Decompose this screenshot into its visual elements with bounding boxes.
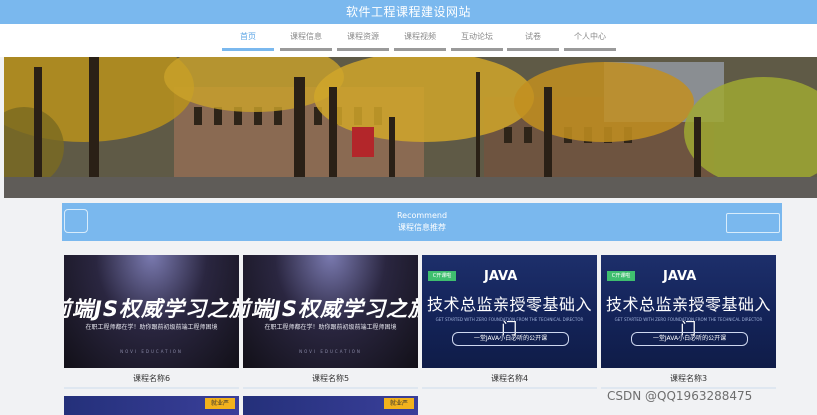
divider	[243, 387, 418, 389]
nav-course-info[interactable]: 课程信息	[280, 30, 332, 51]
thumbnail-pill: 一堂JAVA小白必听的公开课	[452, 332, 569, 346]
thumbnail-subline: GET STARTED WITH ZERO FOUNDATION FROM TH…	[614, 317, 763, 322]
thumbnail-headline: 前端JS权威学习之旅	[243, 297, 418, 321]
nav-exams[interactable]: 试卷	[507, 30, 559, 51]
thumbnail-tag: C开课啦	[607, 271, 635, 281]
course-name[interactable]: 课程名称3	[601, 373, 776, 384]
course-name[interactable]: 课程名称6	[64, 373, 239, 384]
thumbnail-footer: NOVI EDUCATION	[299, 349, 362, 354]
thumbnail-headline: 前端JS权威学习之旅	[64, 297, 239, 321]
course-card[interactable]: C开课啦 JAVA 技术总监亲授零基础入门 GET STARTED WITH Z…	[422, 255, 597, 395]
course-thumbnail[interactable]: C开课啦 JAVA 技术总监亲授零基础入门 GET STARTED WITH Z…	[422, 255, 597, 368]
thumbnail-tag: C开课啦	[428, 271, 456, 281]
thumbnail-tag: 就业严	[205, 398, 235, 409]
divider	[422, 387, 597, 389]
main-nav: 首页 课程信息 课程资源 课程视频 互动论坛 试卷 个人中心	[0, 24, 817, 57]
recommend-title-cn: 课程信息推荐	[398, 223, 446, 232]
site-title: 软件工程课程建设网站	[345, 5, 471, 19]
nav-personal-center[interactable]: 个人中心	[564, 30, 616, 51]
nav-forum[interactable]: 互动论坛	[451, 30, 503, 51]
course-name[interactable]: 课程名称4	[422, 373, 597, 384]
nav-course-videos[interactable]: 课程视频	[394, 30, 446, 51]
thumbnail-word: JAVA	[663, 269, 697, 284]
course-thumbnail[interactable]: C开课啦 JAVA 技术总监亲授零基础入门 GET STARTED WITH Z…	[601, 255, 776, 368]
watermark: CSDN @QQ1963288475	[607, 389, 753, 403]
course-card-partial[interactable]: 就业严	[64, 396, 239, 415]
thumbnail-subline: GET STARTED WITH ZERO FOUNDATION FROM TH…	[435, 317, 584, 322]
course-card[interactable]: 前端JS权威学习之旅 在职工程师都在学！助你跟前初级前端工程师困境 NOVI E…	[64, 255, 239, 395]
nav-home[interactable]: 首页	[222, 30, 274, 51]
campus-photo	[4, 57, 817, 198]
course-card[interactable]: 前端JS权威学习之旅 在职工程师都在学！助你跟前初级前端工程师困境 NOVI E…	[243, 255, 418, 395]
nav-course-resources[interactable]: 课程资源	[337, 30, 389, 51]
site-title-bar: 软件工程课程建设网站	[0, 0, 817, 24]
thumbnail-footer: NOVI EDUCATION	[120, 349, 183, 354]
thumbnail-subline: 在职工程师都在学！助你跟前初级前端工程师困境	[264, 324, 397, 331]
thumbnail-subline: 在职工程师都在学！助你跟前初级前端工程师困境	[85, 324, 218, 331]
course-thumbnail[interactable]: 前端JS权威学习之旅 在职工程师都在学！助你跟前初级前端工程师困境 NOVI E…	[64, 255, 239, 368]
thumbnail-tag: 就业严	[384, 398, 414, 409]
thumbnail-pill: 一堂JAVA小白必听的公开课	[631, 332, 748, 346]
more-button[interactable]	[726, 213, 780, 233]
recommend-header: Recommend 课程信息推荐	[62, 203, 782, 241]
recommend-title-en: Recommend	[396, 211, 448, 220]
thumbnail-word: JAVA	[484, 269, 518, 284]
campus-photo-banner[interactable]	[4, 57, 817, 198]
divider	[64, 387, 239, 389]
course-thumbnail[interactable]: 前端JS权威学习之旅 在职工程师都在学！助你跟前初级前端工程师困境 NOVI E…	[243, 255, 418, 368]
course-card[interactable]: C开课啦 JAVA 技术总监亲授零基础入门 GET STARTED WITH Z…	[601, 255, 776, 395]
course-name[interactable]: 课程名称5	[243, 373, 418, 384]
course-card-partial[interactable]: 就业严	[243, 396, 418, 415]
